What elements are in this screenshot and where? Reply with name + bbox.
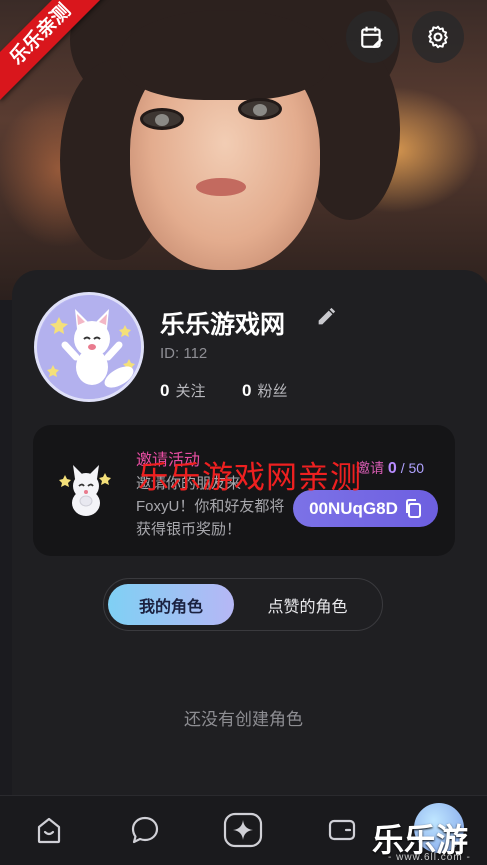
wallet-icon <box>328 819 356 841</box>
followers-label: 粉丝 <box>257 383 288 400</box>
calendar-edit-button[interactable] <box>346 11 398 63</box>
nav-wallet[interactable] <box>328 818 356 847</box>
profile-id: ID: 112 <box>160 345 208 362</box>
nav-create[interactable] <box>223 812 263 853</box>
home-icon <box>37 817 61 844</box>
hero-eye-left <box>140 108 184 130</box>
settings-button[interactable] <box>412 11 464 63</box>
edit-name-button[interactable] <box>315 306 337 333</box>
hero-eye-right <box>238 98 282 120</box>
invite-counter: 邀请 0 / 50 <box>356 458 424 478</box>
tab-liked-roles[interactable]: 点赞的角色 <box>240 584 375 625</box>
nav-chat[interactable] <box>130 815 160 850</box>
following-count: 0 <box>160 381 170 400</box>
chat-bubble-icon <box>131 816 159 844</box>
calendar-edit-icon <box>361 26 383 48</box>
followers-count: 0 <box>242 381 252 400</box>
fox-avatar-icon <box>37 295 141 399</box>
following-stat[interactable]: 0 关注 <box>160 380 205 401</box>
invite-count-current: 0 <box>387 460 397 477</box>
following-label: 关注 <box>175 383 206 400</box>
tab-my-roles[interactable]: 我的角色 <box>108 584 234 625</box>
hero-lips <box>196 178 246 196</box>
empty-state-text: 还没有创建角色 <box>184 710 303 729</box>
sparkle-create-icon <box>223 812 263 848</box>
copy-icon <box>405 498 421 518</box>
profile-name: 乐乐游戏网 <box>160 311 286 339</box>
pencil-icon <box>318 307 336 325</box>
corner-watermark-sub: - www.6ll.com - <box>388 852 471 863</box>
invite-count-total: / 50 <box>400 460 425 476</box>
fox-illustration-icon <box>59 465 111 516</box>
avatar[interactable] <box>34 292 144 402</box>
invite-code: 00NUqG8D <box>309 498 398 518</box>
watermark-text: 乐乐游戏网亲测 <box>138 460 362 496</box>
nav-home[interactable] <box>36 815 62 850</box>
hero-bangs <box>120 10 330 100</box>
followers-stat[interactable]: 0 粉丝 <box>242 380 287 401</box>
gear-icon <box>428 25 448 49</box>
